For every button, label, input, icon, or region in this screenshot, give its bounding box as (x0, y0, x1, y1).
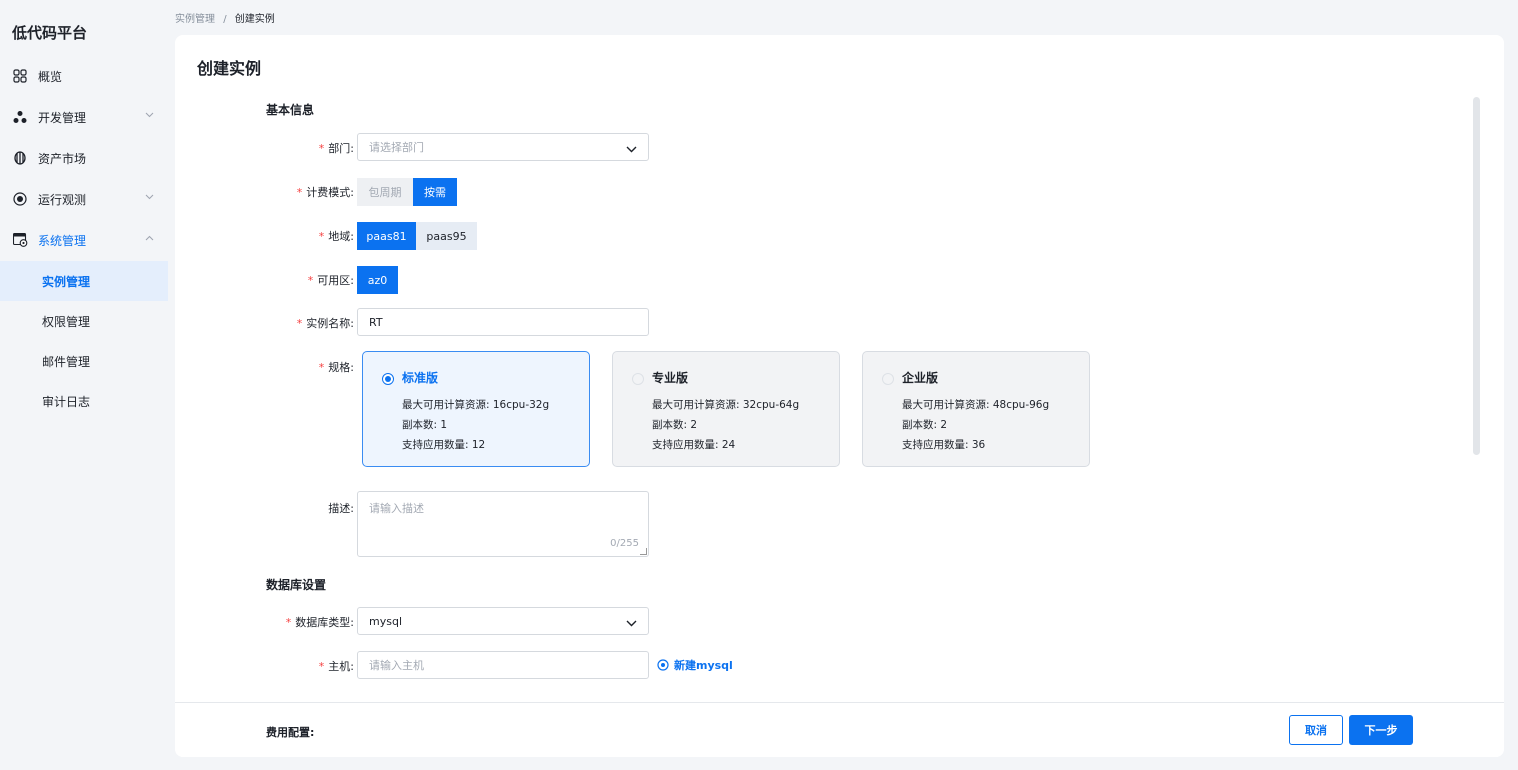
spec-apps: 支持应用数量: 36 (902, 439, 986, 451)
spec-apps: 支持应用数量: 24 (652, 439, 736, 451)
spec-resource: 最大可用计算资源: 48cpu-96g (902, 399, 1050, 411)
nav-item-assets[interactable]: 资产市场 (0, 138, 168, 178)
instance-name-value: RT (369, 315, 383, 329)
radio-unselected-icon[interactable] (882, 373, 894, 385)
nav-item-overview[interactable]: 概览 (0, 56, 168, 96)
section-basic-info: 基本信息 (266, 103, 315, 117)
region-label: * 地域: (318, 230, 354, 243)
required-mark: * (318, 142, 325, 155)
system-settings-icon (12, 232, 28, 248)
spec-card-professional[interactable]: 专业版 最大可用计算资源: 32cpu-64g 副本数: 2 支持应用数量: 2… (612, 351, 840, 467)
app-title: 低代码平台 (12, 24, 88, 42)
spec-replicas: 副本数: 2 (902, 419, 948, 431)
sidebar-item-permission[interactable]: 权限管理 (0, 301, 168, 341)
billing-label: * 计费模式: (296, 186, 354, 199)
billing-option-period[interactable]: 包周期 (357, 178, 413, 206)
required-mark: * (296, 317, 303, 330)
region-option-paas95[interactable]: paas95 (416, 222, 477, 250)
footer-bar: 费用配置: 取消 下一步 (175, 702, 1504, 757)
spec-name: 标准版 (402, 371, 439, 385)
asset-icon (12, 150, 28, 166)
nav-item-dev[interactable]: 开发管理 (0, 97, 168, 137)
nav-label: 资产市场 (38, 151, 87, 166)
dept-label: * 部门: (318, 142, 354, 155)
char-counter: 0/255 (610, 538, 639, 549)
nav-label: 运行观测 (38, 192, 87, 207)
add-circle-icon (657, 659, 669, 671)
db-type-value: mysql (369, 614, 402, 628)
region-group: paas81 paas95 (357, 222, 477, 250)
breadcrumb-current: 创建实例 (234, 14, 275, 25)
chevron-down-icon (626, 617, 637, 630)
page-title: 创建实例 (197, 59, 262, 78)
required-mark: * (318, 660, 325, 673)
db-type-select[interactable]: mysql (357, 607, 649, 635)
spec-resource: 最大可用计算资源: 32cpu-64g (652, 399, 800, 411)
section-db-settings: 数据库设置 (266, 578, 327, 592)
breadcrumb-separator: / (223, 14, 227, 25)
region-option-paas81[interactable]: paas81 (357, 222, 416, 250)
main-card: 创建实例 基本信息 * 部门: 请选择部门 * 计费模式: 包周期 按需 * 地域: … (175, 35, 1504, 757)
dept-placeholder: 请选择部门 (369, 141, 424, 154)
zone-label: * 可用区: (307, 274, 354, 287)
sidebar-item-mail[interactable]: 邮件管理 (0, 341, 168, 381)
billing-mode-group: 包周期 按需 (357, 178, 457, 206)
zone-group: az0 (357, 266, 398, 294)
sidebar: 低代码平台 概览 开发管理 资产市场 运行观测 系统管理 实例管理 权限管理 邮… (0, 0, 168, 770)
chevron-down-icon (145, 110, 154, 121)
required-mark: * (318, 361, 325, 374)
nav-label: 开发管理 (38, 110, 87, 125)
billing-option-on-demand[interactable]: 按需 (413, 178, 457, 206)
sidebar-item-instance[interactable]: 实例管理 (0, 261, 168, 301)
radio-unselected-icon[interactable] (632, 373, 644, 385)
nav-item-system[interactable]: 系统管理 (0, 220, 168, 260)
desc-label: 描述: (328, 502, 354, 515)
instance-name-label: * 实例名称: (296, 317, 354, 330)
spec-card-enterprise[interactable]: 企业版 最大可用计算资源: 48cpu-96g 副本数: 2 支持应用数量: 3… (862, 351, 1090, 467)
spec-card-standard[interactable]: 标准版 最大可用计算资源: 16cpu-32g 副本数: 1 支持应用数量: 1… (362, 351, 590, 467)
spec-name: 企业版 (902, 371, 939, 385)
desc-placeholder: 请输入描述 (369, 502, 424, 515)
monitor-icon (12, 191, 28, 207)
spec-label: * 规格: (318, 361, 354, 374)
required-mark: * (285, 616, 292, 629)
radio-selected-icon[interactable] (382, 373, 394, 385)
spec-apps: 支持应用数量: 12 (402, 439, 486, 451)
db-type-label: * 数据库类型: (285, 616, 354, 629)
host-label: * 主机: (318, 660, 354, 673)
next-step-button[interactable]: 下一步 (1349, 715, 1413, 745)
fee-config-label: 费用配置: (266, 726, 315, 739)
cluster-icon (12, 109, 28, 125)
required-mark: * (318, 230, 325, 243)
spec-resource: 最大可用计算资源: 16cpu-32g (402, 399, 550, 411)
spec-replicas: 副本数: 2 (652, 419, 698, 431)
host-placeholder: 请输入主机 (369, 659, 424, 672)
new-mysql-label: 新建mysql (674, 659, 733, 672)
chevron-down-icon (145, 192, 154, 203)
nav-item-ops[interactable]: 运行观测 (0, 179, 168, 219)
host-input[interactable]: 请输入主机 (357, 651, 649, 679)
required-mark: * (296, 186, 303, 199)
cancel-button[interactable]: 取消 (1289, 715, 1343, 745)
sidebar-item-audit-log[interactable]: 审计日志 (0, 381, 168, 421)
chevron-up-icon (145, 233, 154, 244)
instance-name-input[interactable]: RT (357, 308, 649, 336)
spec-name: 专业版 (652, 371, 689, 385)
grid-icon (12, 68, 28, 84)
desc-textarea[interactable]: 请输入描述 0/255 (357, 491, 649, 557)
nav-label: 概览 (38, 69, 63, 84)
resize-handle-icon[interactable] (640, 548, 647, 555)
breadcrumb: 实例管理 / 创建实例 (175, 10, 275, 25)
zone-option-az0[interactable]: az0 (357, 266, 398, 294)
breadcrumb-parent[interactable]: 实例管理 (175, 14, 215, 25)
dept-select[interactable]: 请选择部门 (357, 133, 649, 161)
chevron-down-icon (626, 143, 637, 156)
nav-label: 系统管理 (38, 233, 87, 248)
required-mark: * (307, 274, 314, 287)
scrollbar[interactable] (1473, 97, 1480, 455)
new-mysql-link[interactable]: 新建mysql (657, 657, 733, 673)
spec-replicas: 副本数: 1 (402, 419, 448, 431)
